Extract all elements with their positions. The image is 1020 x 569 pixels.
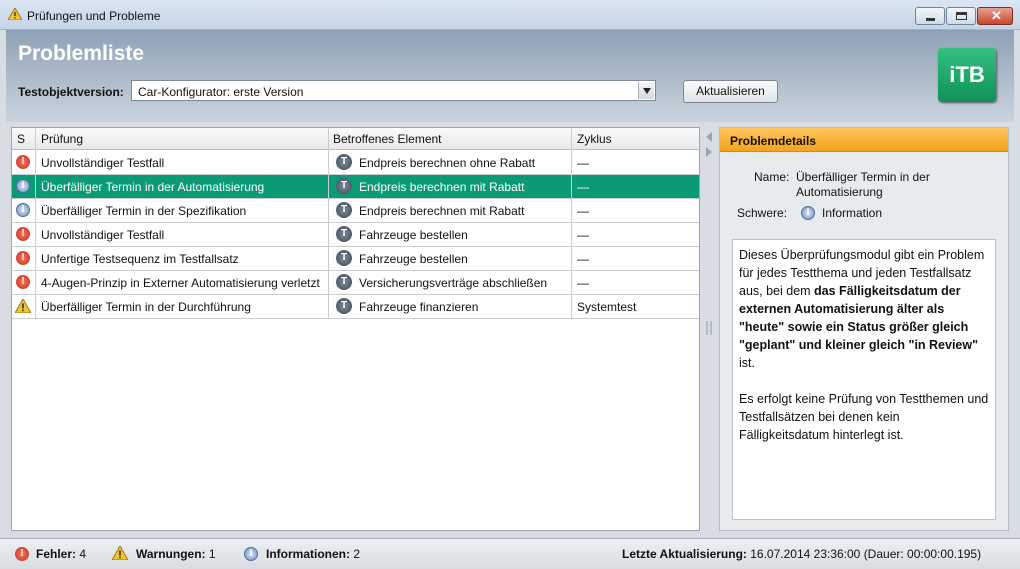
info-icon: i — [16, 179, 30, 193]
error-icon: ! — [16, 155, 30, 169]
maximize-icon — [956, 12, 967, 20]
cycle: — — [577, 228, 589, 242]
itb-logo: iTB — [938, 48, 996, 102]
check-name: Überfälliger Termin in der Durchführung — [41, 300, 251, 314]
details-title: Problemdetails — [730, 134, 817, 148]
page-title: Problemliste — [18, 42, 145, 65]
splitter-grip-icon — [706, 321, 712, 335]
close-button[interactable]: ✕ — [977, 7, 1013, 25]
check-name: Überfälliger Termin in der Spezifikation — [41, 204, 247, 218]
panel-splitter[interactable] — [702, 127, 716, 531]
info-icon: i — [801, 206, 815, 220]
test-theme-icon: T — [336, 202, 352, 218]
refresh-button[interactable]: Aktualisieren — [683, 80, 778, 103]
problem-table: S Prüfung Betroffenes Element Zyklus ! Un… — [11, 127, 700, 531]
test-theme-icon: T — [336, 250, 352, 266]
problem-details-panel: Problemdetails Name: Überfälliger Termin… — [719, 127, 1009, 531]
test-theme-icon: T — [336, 226, 352, 242]
check-name: 4-Augen-Prinzip in Externer Automatisier… — [41, 276, 320, 290]
problem-description: Dieses Überprüfungsmodul gibt ein Proble… — [732, 239, 996, 520]
version-select-value: Car-Konfigurator: erste Version — [138, 85, 304, 99]
table-row[interactable]: Überfälliger Termin in der Durchführung T… — [12, 295, 699, 319]
column-header-check[interactable]: Prüfung — [41, 132, 83, 146]
status-bar: ! Fehler: 4 Warnungen: 1 i Informationen… — [0, 538, 1020, 569]
collapse-left-icon[interactable] — [705, 132, 713, 142]
column-header-severity[interactable]: S — [17, 132, 25, 146]
warning-icon — [112, 546, 128, 560]
error-icon: ! — [16, 275, 30, 289]
error-icon: ! — [16, 251, 30, 265]
test-theme-icon: T — [336, 274, 352, 290]
table-header: S Prüfung Betroffenes Element Zyklus — [12, 128, 699, 150]
description-paragraph-2: Es erfolgt keine Prüfung von Testthemen … — [739, 392, 989, 442]
name-label: Name: — [754, 170, 790, 184]
cycle: Systemtest — [577, 300, 637, 314]
cycle: — — [577, 156, 589, 170]
column-header-element[interactable]: Betroffenes Element — [333, 132, 442, 146]
description-paragraph-1: Dieses Überprüfungsmodul gibt ein Proble… — [739, 248, 985, 370]
affected-element: Fahrzeuge finanzieren — [359, 300, 479, 314]
cycle: — — [577, 180, 589, 194]
error-icon: ! — [16, 227, 30, 241]
table-row[interactable]: i Überfälliger Termin in der Spezifikatio… — [12, 199, 699, 223]
check-name: Überfälliger Termin in der Automatisieru… — [41, 180, 265, 194]
error-icon: ! — [15, 547, 29, 561]
affected-element: Fahrzeuge bestellen — [359, 228, 468, 242]
cycle: — — [577, 252, 589, 266]
cycle: — — [577, 276, 589, 290]
info-icon: i — [16, 203, 30, 217]
affected-element: Endpreis berechnen ohne Rabatt — [359, 156, 536, 170]
window-titlebar: Prüfungen und Probleme ✕ — [0, 0, 1020, 30]
affected-element: Endpreis berechnen mit Rabatt — [359, 204, 525, 218]
details-header: Problemdetails — [720, 128, 1008, 152]
test-theme-icon: T — [336, 178, 352, 194]
table-row[interactable]: i Überfälliger Termin in der Automatisier… — [12, 175, 699, 199]
warning-icon — [15, 299, 31, 313]
chevron-down-icon[interactable] — [638, 82, 654, 99]
check-name: Unfertige Testsequenz im Testfallsatz — [41, 252, 239, 266]
check-name: Unvollständiger Testfall — [41, 156, 165, 170]
name-value-line1: Überfälliger Termin in der — [796, 170, 930, 184]
warning-icon — [8, 8, 22, 20]
severity-label: Schwere: — [737, 206, 788, 220]
info-icon: i — [244, 547, 258, 561]
name-value-line2: Automatisierung — [796, 185, 883, 199]
version-select[interactable]: Car-Konfigurator: erste Version — [131, 80, 656, 101]
version-label: Testobjektversion: — [18, 85, 124, 99]
table-row[interactable]: ! Unvollständiger Testfall T Fahrzeuge best… — [12, 223, 699, 247]
table-row[interactable]: ! Unvollständiger Testfall T Endpreis berec… — [12, 151, 699, 175]
errors-summary: Fehler: 4 — [36, 547, 87, 561]
affected-element: Versicherungsverträge abschließen — [359, 276, 548, 290]
affected-element: Fahrzeuge bestellen — [359, 252, 468, 266]
infos-summary: Informationen: 2 — [266, 547, 361, 561]
column-header-cycle[interactable]: Zyklus — [577, 132, 612, 146]
table-row[interactable]: ! Unfertige Testsequenz im Testfallsatz T F… — [12, 247, 699, 271]
last-update: Letzte Aktualisierung: 16.07.2014 23:36:… — [622, 547, 982, 561]
minimize-icon — [926, 18, 935, 21]
test-theme-icon: T — [336, 154, 352, 170]
minimize-button[interactable] — [915, 7, 945, 25]
test-theme-icon: T — [336, 298, 352, 314]
window-title: Prüfungen und Probleme — [27, 9, 161, 23]
cycle: — — [577, 204, 589, 218]
header-panel: Problemliste Testobjektversion: Car-Konf… — [6, 30, 1014, 122]
close-icon: ✕ — [991, 8, 1002, 23]
table-row[interactable]: ! 4-Augen-Prinzip in Externer Automatisie… — [12, 271, 699, 295]
severity-value: Information — [822, 206, 883, 220]
expand-right-icon[interactable] — [705, 147, 713, 157]
affected-element: Endpreis berechnen mit Rabatt — [359, 180, 525, 194]
maximize-button[interactable] — [946, 7, 976, 25]
warnings-summary: Warnungen: 1 — [136, 547, 216, 561]
check-name: Unvollständiger Testfall — [41, 228, 165, 242]
